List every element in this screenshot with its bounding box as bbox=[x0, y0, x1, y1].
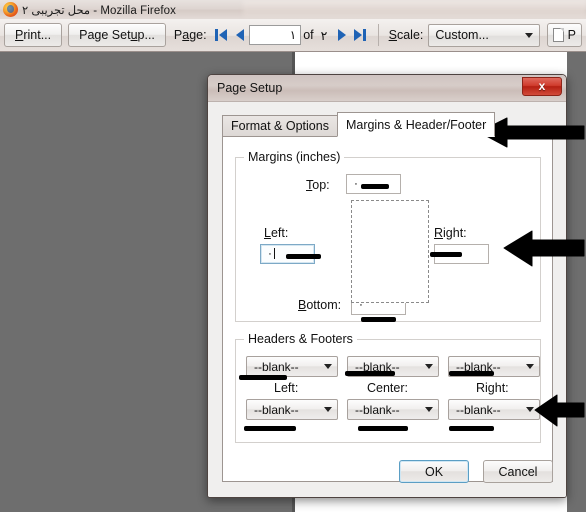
marker-underline-header-left bbox=[239, 375, 287, 380]
tab-format-and-options[interactable]: Format & Options bbox=[222, 115, 338, 137]
column-right-label: Right: bbox=[476, 381, 509, 395]
marker-underline-left-margin bbox=[286, 254, 321, 259]
scale-label: Scale: bbox=[388, 28, 424, 42]
page-label: Page: bbox=[173, 28, 207, 42]
orientation-button-label: P bbox=[567, 28, 577, 42]
column-left-label: Left: bbox=[274, 381, 299, 395]
footer-left-dropdown[interactable]: --blank-- bbox=[246, 399, 338, 420]
marker-underline-header-right bbox=[449, 371, 494, 376]
dialog-body: Format & Options Margins & Header/Footer… bbox=[208, 102, 566, 497]
chevron-down-icon bbox=[526, 364, 534, 369]
tab-margins-and-header-footer[interactable]: Margins & Header/Footer bbox=[336, 112, 496, 137]
first-page-icon[interactable] bbox=[214, 26, 229, 44]
top-margin-label: Top: bbox=[306, 178, 330, 192]
marker-underline-footer-left bbox=[244, 426, 296, 431]
left-arrow-annotation-margin bbox=[503, 230, 585, 267]
scale-dropdown[interactable]: Custom... bbox=[428, 23, 540, 47]
marker-underline-footer-right bbox=[449, 426, 494, 431]
marker-underline-header-center bbox=[345, 371, 395, 376]
next-page-icon[interactable] bbox=[334, 26, 349, 44]
margins-groupbox: Margins (inches) Top: ٠ Left: ٠ Right: ٠… bbox=[235, 150, 541, 322]
footer-center-dropdown[interactable]: --blank-- bbox=[347, 399, 439, 420]
chevron-down-icon bbox=[425, 364, 433, 369]
headers-footers-legend: Headers & Footers bbox=[244, 332, 357, 346]
tabstrip: Format & Options Margins & Header/Footer bbox=[222, 112, 496, 137]
previous-page-icon[interactable] bbox=[232, 26, 247, 44]
window-title: محل تجریبی ٢ - Mozilla Firefox bbox=[22, 4, 176, 17]
print-preview-toolbar: Print... Page Set u p... Page: ١ of ٢ Scal… bbox=[0, 19, 586, 52]
marker-underline-footer-center bbox=[358, 426, 408, 431]
margin-preview-box bbox=[351, 200, 429, 303]
marker-underline-bottom-margin bbox=[361, 317, 396, 322]
chevron-down-icon bbox=[324, 364, 332, 369]
chevron-down-icon bbox=[324, 407, 332, 412]
bottom-margin-label: Bottom: bbox=[298, 298, 342, 312]
page-setup-button[interactable]: Page Set u p... bbox=[68, 23, 166, 47]
portrait-page-icon bbox=[552, 28, 564, 42]
orientation-portrait-button[interactable]: P bbox=[546, 23, 583, 47]
last-page-icon[interactable] bbox=[353, 26, 368, 44]
titlebar-blurred-region bbox=[243, 0, 586, 19]
scale-value: Custom... bbox=[435, 28, 489, 42]
firefox-logo-icon bbox=[3, 2, 18, 17]
toolbar-separator bbox=[377, 24, 379, 46]
close-icon[interactable]: x bbox=[522, 76, 562, 96]
left-arrow-annotation-headers bbox=[534, 394, 585, 427]
marker-underline-top-margin bbox=[361, 184, 389, 189]
footer-right-dropdown[interactable]: --blank-- bbox=[448, 399, 540, 420]
ok-button[interactable]: OK bbox=[399, 460, 469, 483]
dialog-title: Page Setup bbox=[217, 81, 283, 95]
left-margin-label: Left: bbox=[264, 226, 289, 240]
page-number-input[interactable]: ١ bbox=[248, 25, 302, 45]
marker-underline-right-margin bbox=[430, 252, 462, 257]
column-center-label: Center: bbox=[367, 381, 408, 395]
dialog-button-row: OK Cancel bbox=[385, 460, 553, 483]
dialog-titlebar: Page Setup x bbox=[208, 75, 566, 102]
header-left-dropdown[interactable]: --blank-- bbox=[246, 356, 338, 377]
chevron-down-icon bbox=[524, 32, 533, 38]
of-label: of bbox=[303, 28, 314, 42]
print-button[interactable]: Print... bbox=[4, 23, 63, 47]
cancel-button[interactable]: Cancel bbox=[483, 460, 553, 483]
right-margin-label: Right: bbox=[434, 226, 467, 240]
margins-legend: Margins (inches) bbox=[244, 150, 345, 164]
window-titlebar: محل تجریبی ٢ - Mozilla Firefox bbox=[0, 0, 586, 19]
total-pages-label: ٢ bbox=[320, 28, 328, 43]
chevron-down-icon bbox=[425, 407, 433, 412]
